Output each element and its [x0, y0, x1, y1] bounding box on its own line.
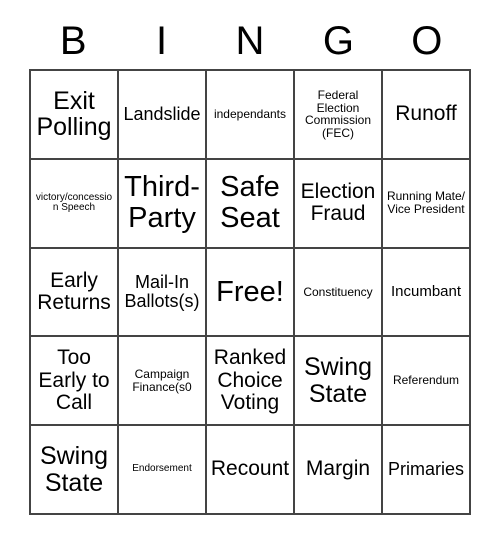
bingo-header-letter-o: O: [411, 18, 443, 63]
bingo-cell-g2[interactable]: Election Fraud: [295, 159, 383, 249]
bingo-cell-i3[interactable]: Mail-In Ballots(s): [119, 248, 207, 338]
bingo-cell-label: Primaries: [387, 459, 464, 480]
bingo-card: B I N G O Exit Polling Landslide indepen…: [29, 12, 471, 515]
bingo-cell-label: Swing State: [303, 353, 373, 408]
bingo-cell-g1[interactable]: Federal Election Commission (FEC): [295, 71, 383, 160]
bingo-cell-i4[interactable]: Campaign Finance(s0: [119, 337, 207, 427]
bingo-cell-n5[interactable]: Recount: [207, 426, 295, 515]
bingo-cell-i2[interactable]: Third-Party: [119, 159, 207, 249]
bingo-cell-label: Constituency: [303, 284, 373, 299]
bingo-cell-o1[interactable]: Runoff: [383, 71, 471, 160]
bingo-cell-g5[interactable]: Margin: [295, 426, 383, 515]
bingo-cell-o3[interactable]: Incumbant: [383, 248, 471, 338]
bingo-grid: Exit Polling Landslide independants Fede…: [29, 69, 471, 515]
bingo-cell-b2[interactable]: victory/concession Speech: [31, 159, 119, 249]
bingo-cell-g4[interactable]: Swing State: [295, 337, 383, 427]
bingo-cell-label: Exit Polling: [36, 86, 112, 142]
bingo-cell-n1[interactable]: independants: [207, 71, 295, 160]
bingo-free-space-label: Free!: [216, 275, 284, 308]
bingo-cell-label: Election Fraud: [300, 179, 376, 226]
bingo-cell-o4[interactable]: Referendum: [383, 337, 471, 427]
bingo-cell-label: Margin: [305, 457, 371, 481]
bingo-cell-label: victory/concession Speech: [35, 191, 113, 214]
bingo-header-letter-i: I: [156, 18, 168, 63]
bingo-cell-free-space[interactable]: Free!: [207, 248, 295, 338]
bingo-cell-label: Runoff: [395, 102, 457, 126]
bingo-header-letter-g: G: [322, 18, 354, 63]
bingo-cell-label: Endorsement: [132, 463, 192, 475]
bingo-cell-b3[interactable]: Early Returns: [31, 248, 119, 338]
bingo-cell-n4[interactable]: Ranked Choice Voting: [207, 337, 295, 427]
bingo-header-letter-n: N: [235, 18, 265, 63]
bingo-cell-g3[interactable]: Constituency: [295, 248, 383, 338]
bingo-cell-label: Recount: [210, 457, 290, 481]
bingo-cell-label: Referendum: [392, 373, 460, 388]
bingo-cell-label: Third-Party: [124, 171, 200, 235]
bingo-cell-label: Running Mate/ Vice President: [386, 189, 466, 217]
bingo-header-row: B I N G O: [29, 12, 471, 69]
bingo-cell-n2[interactable]: Safe Seat: [207, 159, 295, 249]
bingo-cell-label: Ranked Choice Voting: [213, 346, 287, 414]
bingo-cell-b1[interactable]: Exit Polling: [31, 71, 119, 160]
bingo-cell-i5[interactable]: Endorsement: [119, 426, 207, 515]
bingo-cell-b4[interactable]: Too Early to Call: [31, 337, 119, 427]
bingo-cell-label: Safe Seat: [220, 171, 280, 235]
bingo-cell-label: Swing State: [39, 442, 109, 497]
bingo-cell-label: Too Early to Call: [38, 346, 110, 414]
bingo-cell-label: Campaign Finance(s0: [132, 367, 192, 394]
bingo-cell-label: Federal Election Commission (FEC): [304, 87, 371, 141]
bingo-cell-label: Incumbant: [390, 283, 462, 301]
bingo-cell-label: Mail-In Ballots(s): [124, 271, 200, 311]
bingo-cell-o2[interactable]: Running Mate/ Vice President: [383, 159, 471, 249]
bingo-cell-label: independants: [213, 107, 287, 122]
bingo-cell-o5[interactable]: Primaries: [383, 426, 471, 515]
bingo-header-letter-b: B: [59, 18, 87, 63]
bingo-cell-i1[interactable]: Landslide: [119, 71, 207, 160]
bingo-cell-b5[interactable]: Swing State: [31, 426, 119, 515]
bingo-cell-label: Early Returns: [37, 268, 111, 314]
bingo-cell-label: Landslide: [123, 103, 201, 124]
